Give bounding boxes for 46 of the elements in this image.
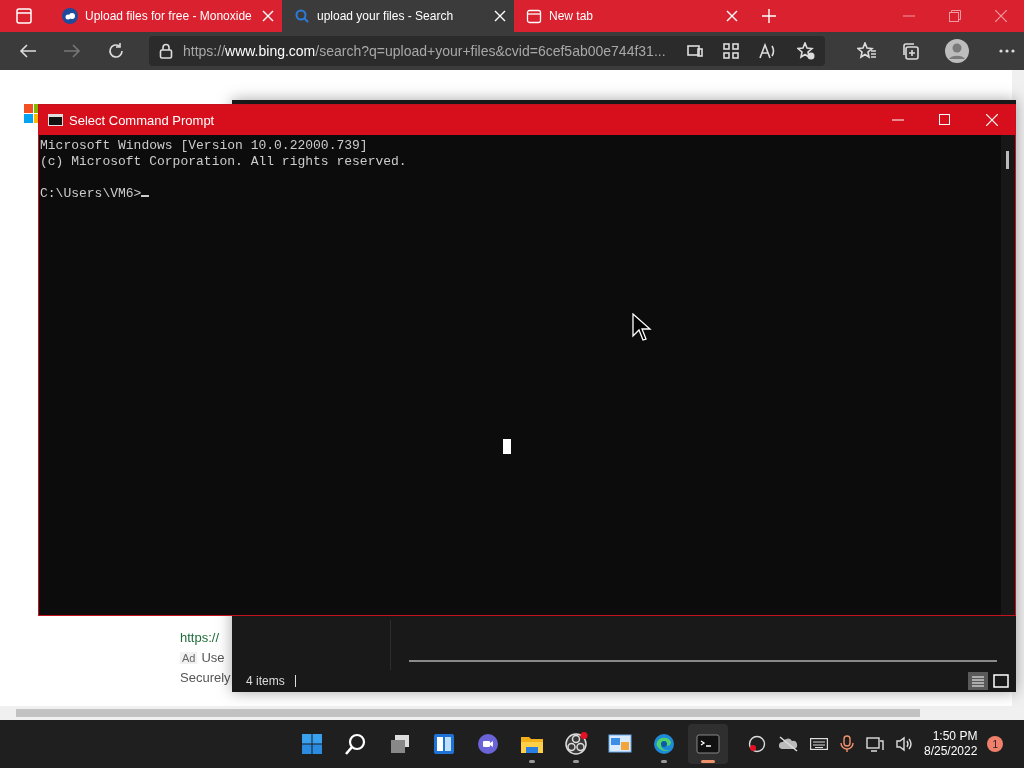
text-cursor-icon [503, 439, 511, 454]
cloud-offline-icon[interactable] [778, 736, 798, 752]
cloud-logo-icon [62, 8, 78, 24]
maximize-icon[interactable] [939, 114, 951, 126]
new-tab-icon [526, 8, 542, 24]
windows-logo-icon [300, 732, 324, 756]
add-favorite-icon[interactable] [797, 42, 815, 60]
ad-text: Use [201, 650, 225, 665]
read-aloud-icon[interactable] [759, 43, 777, 59]
profile-avatar[interactable] [945, 39, 969, 63]
tab-actions-icon[interactable] [16, 8, 32, 24]
large-icons-view-icon[interactable] [992, 672, 1010, 690]
scrollbar[interactable] [1001, 135, 1015, 615]
collections-icon[interactable] [901, 42, 919, 60]
terminal-icon[interactable] [688, 724, 728, 764]
horizontal-scrollbar[interactable] [0, 706, 1024, 720]
app-available-icon[interactable] [687, 44, 703, 58]
new-tab-button[interactable] [762, 9, 776, 23]
console-prompt: C:\Users\VM6> [40, 186, 142, 201]
forward-icon [63, 43, 81, 59]
keyboard-icon[interactable] [810, 738, 828, 750]
status-text: 4 items [246, 674, 285, 688]
window-title: Select Command Prompt [69, 112, 215, 128]
result-url[interactable]: https:// [180, 630, 231, 645]
terminal-icon [48, 114, 63, 126]
console-line: (c) Microsoft Corporation. All rights reserved. [40, 154, 407, 169]
favorites-icon[interactable] [857, 42, 877, 60]
more-icon[interactable] [999, 49, 1015, 53]
back-icon[interactable] [19, 43, 37, 59]
browser-tab[interactable]: Upload files for free - Monoxide [50, 0, 282, 32]
ad-label: Ad [180, 652, 198, 664]
browser-tab[interactable]: upload your files - Search [282, 0, 514, 32]
search-icon [294, 8, 310, 24]
network-icon[interactable] [866, 736, 884, 752]
qr-code-icon[interactable] [723, 43, 739, 59]
notification-badge[interactable]: 1 [987, 736, 1004, 752]
clock[interactable]: 1:50 PM 8/25/2022 [924, 729, 978, 759]
recorder-tray-icon[interactable] [748, 735, 766, 753]
microphone-icon[interactable] [840, 735, 854, 753]
lock-icon [159, 43, 173, 59]
mouse-pointer-icon [632, 313, 652, 341]
refresh-icon[interactable] [107, 42, 125, 60]
browser-tab[interactable]: New tab [514, 0, 746, 32]
console-line: Microsoft Windows [Version 10.0.22000.739] [40, 138, 368, 153]
result-snippet: Securely [180, 670, 231, 685]
volume-icon[interactable] [896, 736, 914, 752]
